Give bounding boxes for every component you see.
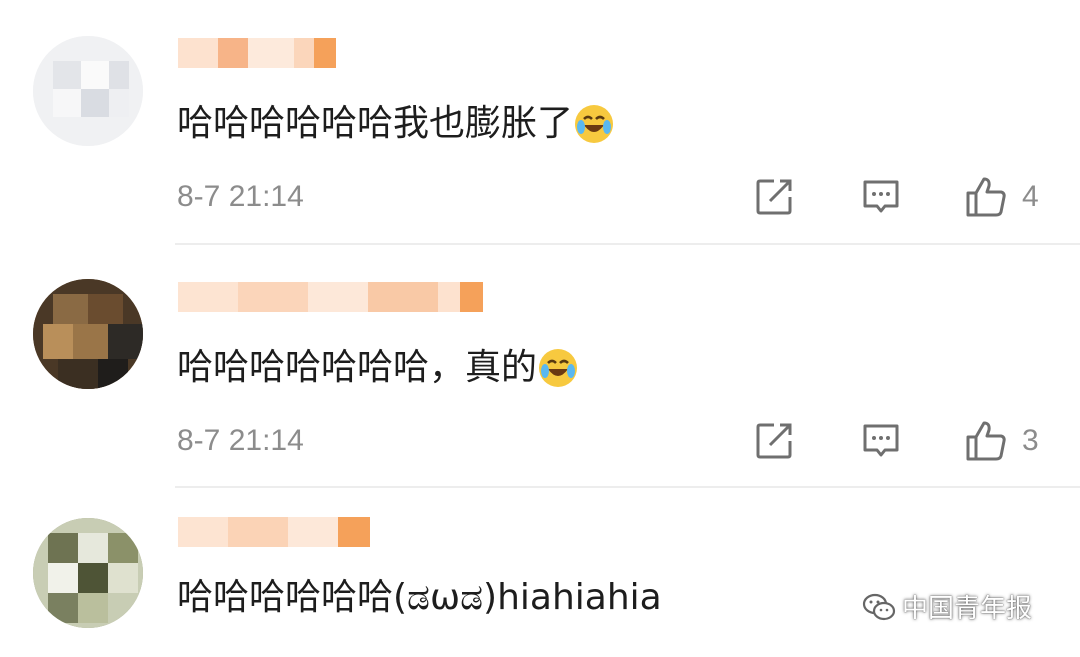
avatar[interactable]	[33, 36, 143, 146]
username-blurred[interactable]	[178, 38, 336, 68]
wechat-icon	[862, 593, 896, 620]
comment-time: 8-7 21:14	[177, 424, 304, 457]
like-button[interactable]: 4	[964, 175, 1039, 219]
comment-item: 哈哈哈哈哈哈哈，真的 8-7 21:14 3	[0, 244, 1080, 487]
like-count: 4	[1022, 180, 1039, 213]
username-blurred[interactable]	[178, 517, 370, 547]
like-count: 3	[1022, 424, 1039, 457]
share-icon	[756, 179, 792, 215]
like-button[interactable]: 3	[964, 419, 1039, 463]
comment-item: 哈哈哈哈哈哈(ಡωಡ)hiahiahia	[0, 487, 1080, 657]
comment-time: 8-7 21:14	[177, 180, 304, 213]
reply-button[interactable]	[861, 175, 901, 219]
laughing-tears-icon	[539, 349, 578, 387]
comment-icon	[863, 424, 899, 457]
watermark: 中国青年报	[862, 588, 1032, 625]
comment-item: 哈哈哈哈哈哈我也膨胀了 8-7 21:14 4	[0, 0, 1080, 244]
avatar[interactable]	[33, 518, 143, 628]
laughing-tears-icon	[575, 105, 614, 143]
username-blurred[interactable]	[178, 282, 483, 312]
reply-button[interactable]	[861, 419, 901, 463]
comment-text: 哈哈哈哈哈哈(ಡωಡ)hiahiahia	[177, 577, 662, 618]
comment-text: 哈哈哈哈哈哈哈，真的	[177, 348, 578, 388]
watermark-text: 中国青年报	[902, 594, 1033, 624]
comment-icon	[863, 180, 899, 213]
share-icon	[756, 423, 792, 459]
share-button[interactable]	[754, 175, 794, 219]
thumbs-up-icon	[966, 421, 1006, 461]
comment-text: 哈哈哈哈哈哈我也膨胀了	[177, 104, 614, 144]
thumbs-up-icon	[966, 177, 1006, 217]
share-button[interactable]	[754, 419, 794, 463]
avatar[interactable]	[33, 279, 143, 389]
